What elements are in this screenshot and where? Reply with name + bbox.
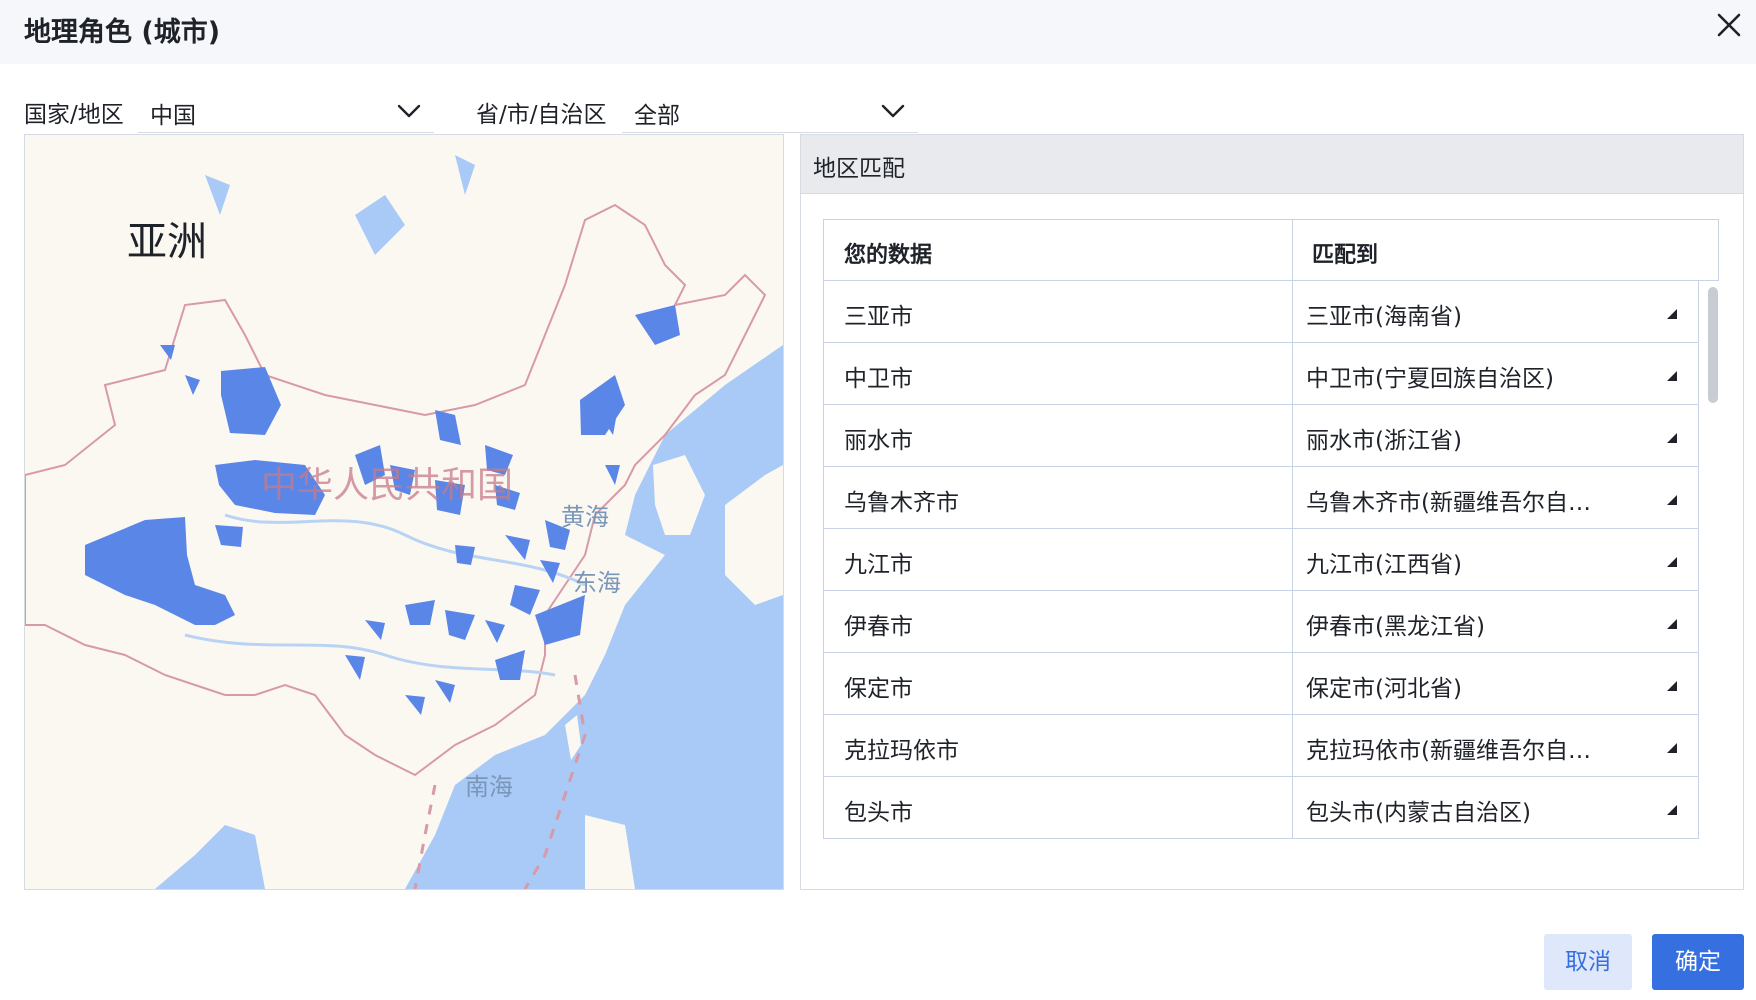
table-scrollbar[interactable] <box>1708 287 1718 403</box>
table-row: 三亚市 三亚市(海南省) <box>823 281 1699 343</box>
row-match-cell[interactable]: 包头市(内蒙古自治区) <box>1306 793 1636 827</box>
row-data-cell: 乌鲁木齐市 <box>844 490 959 516</box>
map-label-yellow-sea: 黄海 <box>561 503 609 531</box>
cancel-button[interactable]: 取消 <box>1544 934 1632 990</box>
cell-divider <box>1292 281 1293 343</box>
table-row: 包头市 包头市(内蒙古自治区) <box>823 777 1699 839</box>
province-select[interactable]: 全部 <box>622 92 918 133</box>
caret-icon[interactable] <box>1666 801 1678 815</box>
caret-icon[interactable] <box>1666 553 1678 567</box>
table-row: 乌鲁木齐市 乌鲁木齐市(新疆维吾尔自… <box>823 467 1699 529</box>
caret-icon[interactable] <box>1666 615 1678 629</box>
chevron-down-icon <box>880 98 906 124</box>
dialog-header: 地理角色 (城市) <box>0 0 1756 64</box>
row-data-cell: 保定市 <box>844 676 913 702</box>
caret-icon[interactable] <box>1666 305 1678 319</box>
row-match-cell[interactable]: 中卫市(宁夏回族自治区) <box>1306 359 1636 393</box>
cell-divider <box>1292 591 1293 653</box>
cell-divider <box>1292 343 1293 405</box>
row-data-cell: 伊春市 <box>844 614 913 640</box>
confirm-button[interactable]: 确定 <box>1652 934 1744 990</box>
table-row: 保定市 保定市(河北省) <box>823 653 1699 715</box>
table-row: 丽水市 丽水市(浙江省) <box>823 405 1699 467</box>
row-data-cell: 九江市 <box>844 552 913 578</box>
column-divider <box>1292 220 1293 282</box>
country-select-value: 中国 <box>150 103 196 129</box>
row-data-cell: 丽水市 <box>844 428 913 454</box>
dialog-title: 地理角色 (城市) <box>24 17 221 48</box>
row-match-cell[interactable]: 九江市(江西省) <box>1306 545 1636 579</box>
caret-icon[interactable] <box>1666 491 1678 505</box>
match-table: 您的数据 匹配到 三亚市 三亚市(海南省) 中卫市 中卫市(宁夏回族自治区) 丽… <box>823 219 1719 843</box>
row-match-cell[interactable]: 乌鲁木齐市(新疆维吾尔自… <box>1306 483 1636 517</box>
table-row: 中卫市 中卫市(宁夏回族自治区) <box>823 343 1699 405</box>
cell-divider <box>1292 467 1293 529</box>
country-label: 国家/地区 <box>24 102 124 128</box>
province-select-value: 全部 <box>634 103 680 129</box>
map-label-country: 中华人民共和国 <box>261 465 513 506</box>
cell-divider <box>1292 529 1293 591</box>
chevron-down-icon <box>396 98 422 124</box>
table-row: 九江市 九江市(江西省) <box>823 529 1699 591</box>
match-panel-title: 地区匹配 <box>813 156 905 182</box>
table-row: 伊春市 伊春市(黑龙江省) <box>823 591 1699 653</box>
row-match-cell[interactable]: 保定市(河北省) <box>1306 669 1636 703</box>
caret-icon[interactable] <box>1666 677 1678 691</box>
close-icon[interactable] <box>1712 8 1746 42</box>
map-label-east-sea: 东海 <box>573 569 621 597</box>
row-data-cell: 三亚市 <box>844 304 913 330</box>
row-data-cell: 克拉玛依市 <box>844 738 959 764</box>
table-row: 克拉玛依市 克拉玛依市(新疆维吾尔自… <box>823 715 1699 777</box>
match-panel-header: 地区匹配 <box>801 135 1743 194</box>
caret-icon[interactable] <box>1666 429 1678 443</box>
row-match-cell[interactable]: 克拉玛依市(新疆维吾尔自… <box>1306 731 1636 765</box>
cell-divider <box>1292 777 1293 839</box>
row-data-cell: 中卫市 <box>844 366 913 392</box>
row-match-cell[interactable]: 丽水市(浙江省) <box>1306 421 1636 455</box>
cell-divider <box>1292 405 1293 467</box>
match-panel: 地区匹配 您的数据 匹配到 三亚市 三亚市(海南省) 中卫市 中卫市(宁夏回族自… <box>800 134 1744 890</box>
row-match-cell[interactable]: 伊春市(黑龙江省) <box>1306 607 1636 641</box>
row-match-cell[interactable]: 三亚市(海南省) <box>1306 297 1636 331</box>
china-map[interactable]: 亚洲 中华人民共和国 黄海 东海 南海 <box>24 134 784 890</box>
country-select[interactable]: 中国 <box>138 92 434 133</box>
column-header-your-data: 您的数据 <box>844 243 933 268</box>
cell-divider <box>1292 653 1293 715</box>
map-label-continent: 亚洲 <box>127 219 207 265</box>
table-body[interactable]: 三亚市 三亚市(海南省) 中卫市 中卫市(宁夏回族自治区) 丽水市 丽水市(浙江… <box>823 281 1699 843</box>
table-header: 您的数据 匹配到 <box>823 219 1719 282</box>
caret-icon[interactable] <box>1666 367 1678 381</box>
caret-icon[interactable] <box>1666 739 1678 753</box>
cell-divider <box>1292 715 1293 777</box>
map-label-south-sea: 南海 <box>465 773 513 801</box>
province-label: 省/市/自治区 <box>476 102 607 128</box>
column-header-matched-to: 匹配到 <box>1312 243 1379 268</box>
row-data-cell: 包头市 <box>844 800 913 826</box>
